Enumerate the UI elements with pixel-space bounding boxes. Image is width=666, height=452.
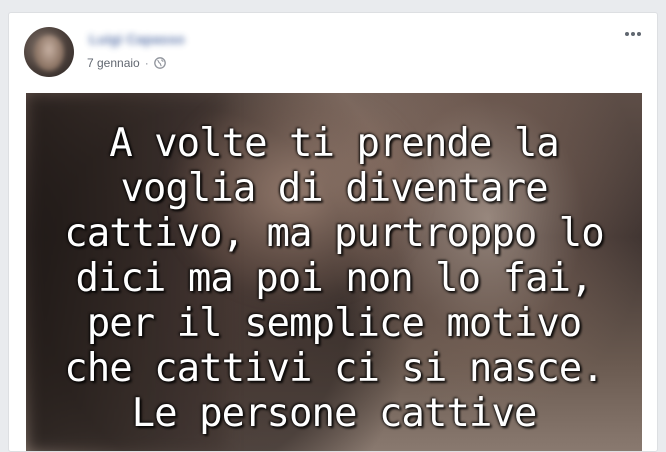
quote-text: A volte ti prende la voglia di diventare… <box>26 121 642 436</box>
quote-line: Le persone cattive <box>131 391 538 436</box>
quote-line: che cattivi ci si nasce. <box>64 346 605 391</box>
globe-icon[interactable] <box>153 57 166 69</box>
quote-line: per il semplice motivo <box>86 301 583 346</box>
meta-separator: · <box>144 56 149 70</box>
post-card: Luigi Capasso 7 gennaio · A volte ti pre… <box>8 12 658 452</box>
avatar[interactable] <box>24 27 74 77</box>
avatar-photo <box>34 35 64 71</box>
quote-line: voglia di diventare <box>120 166 548 211</box>
post-meta: 7 gennaio · <box>87 56 166 70</box>
post-date-link[interactable]: 7 gennaio <box>87 56 140 70</box>
post-image[interactable]: A volte ti prende la voglia di diventare… <box>26 93 642 451</box>
quote-line: A volte ti prende la <box>109 121 560 166</box>
quote-line: cattivo, ma purtroppo lo <box>64 211 605 256</box>
quote-line: dici ma poi non lo fai, <box>75 256 593 301</box>
author-name-link[interactable]: Luigi Capasso <box>89 31 185 47</box>
more-options-icon[interactable] <box>623 27 643 41</box>
